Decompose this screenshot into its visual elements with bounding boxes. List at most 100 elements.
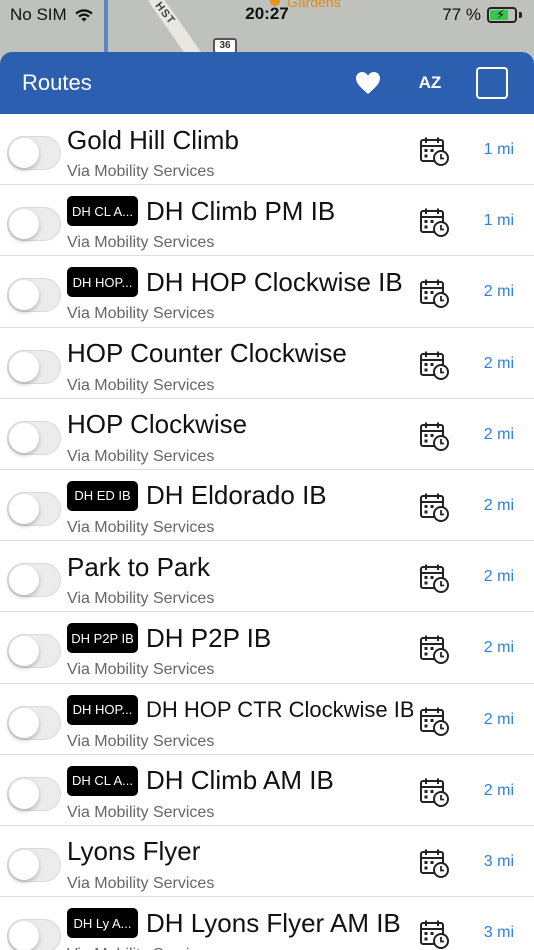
routes-sheet: Routes AZ Gold Hill Climb Via Mobility S… bbox=[0, 52, 534, 950]
route-list: Gold Hill Climb Via Mobility Services 1 … bbox=[0, 114, 534, 950]
route-title-line: HOP Clockwise bbox=[67, 408, 413, 442]
route-toggle[interactable] bbox=[7, 349, 61, 384]
schedule-calendar-icon[interactable] bbox=[419, 278, 449, 309]
route-name: DH HOP CTR Clockwise IB bbox=[146, 696, 413, 722]
route-toggle[interactable] bbox=[7, 776, 61, 811]
route-toggle[interactable] bbox=[7, 491, 61, 526]
schedule-calendar-icon[interactable] bbox=[419, 207, 449, 238]
route-distance: 2 mi bbox=[483, 781, 514, 799]
route-title-line: Lyons Flyer bbox=[67, 835, 413, 869]
route-badge: DH HOP... bbox=[67, 267, 138, 298]
toggle-knob bbox=[9, 778, 39, 809]
route-agency: Via Mobility Services bbox=[67, 874, 215, 892]
route-toggle[interactable] bbox=[7, 847, 61, 882]
route-name: DH HOP Clockwise IB bbox=[146, 266, 403, 297]
route-row[interactable]: Park to Park Via Mobility Services 2 mi bbox=[0, 541, 534, 613]
route-row[interactable]: DH Ly A... DH Lyons Flyer AM IB Via Mobi… bbox=[0, 897, 534, 950]
route-row[interactable]: DH HOP... DH HOP Clockwise IB Via Mobili… bbox=[0, 256, 534, 328]
status-bar: No SIM 20:27 77 % ⚡ bbox=[0, 0, 534, 30]
charging-bolt-icon: ⚡ bbox=[496, 7, 506, 22]
route-toggle[interactable] bbox=[7, 278, 61, 313]
route-row[interactable]: DH ED IB DH Eldorado IB Via Mobility Ser… bbox=[0, 470, 534, 542]
page-title: Routes bbox=[22, 70, 92, 95]
route-distance: 2 mi bbox=[483, 639, 514, 657]
schedule-calendar-icon[interactable] bbox=[419, 492, 449, 522]
route-row[interactable]: Lyons Flyer Via Mobility Services 3 mi bbox=[0, 826, 534, 898]
route-title-line: DH CL A... DH Climb PM IB bbox=[67, 194, 413, 228]
toggle-knob bbox=[9, 707, 39, 738]
route-agency: Via Mobility Services bbox=[67, 163, 215, 180]
schedule-calendar-icon[interactable] bbox=[419, 706, 449, 736]
route-name: DH Climb PM IB bbox=[146, 195, 336, 226]
sort-az-button[interactable]: AZ bbox=[410, 63, 450, 103]
route-agency: Via Mobility Services bbox=[67, 376, 215, 394]
route-name: Park to Park bbox=[67, 551, 211, 582]
route-row[interactable]: HOP Counter Clockwise Via Mobility Servi… bbox=[0, 328, 534, 399]
route-row[interactable]: Gold Hill Climb Via Mobility Services 1 … bbox=[0, 114, 534, 186]
route-toggle[interactable] bbox=[7, 634, 61, 669]
route-badge: DH CL A... bbox=[67, 196, 138, 227]
route-distance: 1 mi bbox=[483, 141, 514, 158]
toggle-knob bbox=[9, 209, 39, 240]
route-toggle[interactable] bbox=[7, 919, 61, 950]
route-toggle[interactable] bbox=[7, 420, 61, 455]
route-agency: Via Mobility Services bbox=[67, 803, 215, 821]
schedule-calendar-icon[interactable] bbox=[419, 563, 449, 594]
route-badge: DH Ly A... bbox=[67, 908, 138, 939]
route-name: DH P2P IB bbox=[146, 622, 272, 653]
route-row[interactable]: DH CL A... DH Climb PM IB Via Mobility S… bbox=[0, 185, 534, 257]
route-title-line: Gold Hill Climb bbox=[67, 123, 413, 157]
route-toggle[interactable] bbox=[7, 705, 61, 740]
route-title-line: DH CL A... DH Climb AM IB bbox=[67, 764, 413, 798]
route-row[interactable]: DH P2P IB DH P2P IB Via Mobility Service… bbox=[0, 612, 534, 684]
schedule-calendar-icon[interactable] bbox=[419, 634, 449, 665]
route-agency: Via Mobility Services bbox=[67, 305, 215, 323]
route-title-line: DH ED IB DH Eldorado IB bbox=[67, 479, 413, 513]
heart-icon bbox=[356, 72, 380, 94]
route-toggle[interactable] bbox=[7, 563, 61, 598]
schedule-calendar-icon[interactable] bbox=[419, 136, 449, 166]
route-agency: Via Mobility Services bbox=[67, 661, 215, 679]
route-name: Gold Hill Climb bbox=[67, 124, 239, 155]
route-title-line: Park to Park bbox=[67, 550, 413, 584]
toggle-knob bbox=[9, 921, 39, 950]
route-row[interactable]: HOP Clockwise Via Mobility Services 2 mi bbox=[0, 399, 534, 470]
sort-label: AZ bbox=[418, 73, 442, 92]
route-distance: 2 mi bbox=[483, 496, 514, 514]
route-distance: 2 mi bbox=[483, 710, 514, 728]
battery: 77 % ⚡ bbox=[442, 5, 522, 25]
toggle-knob bbox=[9, 422, 39, 453]
route-row[interactable]: DH HOP... DH HOP CTR Clockwise IB Via Mo… bbox=[0, 684, 534, 755]
battery-icon: ⚡ bbox=[487, 7, 517, 23]
route-badge: DH P2P IB bbox=[67, 623, 138, 654]
sort-az-icon: AZ bbox=[419, 73, 442, 93]
route-agency: Via Mobility Services bbox=[67, 590, 215, 608]
schedule-calendar-icon[interactable] bbox=[419, 350, 449, 380]
route-name: HOP Clockwise bbox=[67, 409, 248, 440]
toggle-knob bbox=[9, 849, 39, 880]
toggle-knob bbox=[9, 636, 39, 667]
route-name: DH Lyons Flyer AM IB bbox=[146, 907, 401, 938]
select-all-button[interactable] bbox=[472, 63, 512, 103]
route-agency: Via Mobility Services bbox=[67, 946, 214, 950]
schedule-calendar-icon[interactable] bbox=[419, 421, 449, 451]
battery-percent: 77 % bbox=[442, 5, 481, 24]
schedule-calendar-icon[interactable] bbox=[419, 848, 449, 878]
toggle-knob bbox=[9, 280, 39, 311]
checkbox-icon bbox=[476, 67, 508, 99]
schedule-calendar-icon[interactable] bbox=[419, 919, 449, 950]
route-title-line: DH P2P IB DH P2P IB bbox=[67, 621, 413, 655]
route-name: Lyons Flyer bbox=[67, 836, 201, 867]
route-agency: Via Mobility Services bbox=[67, 732, 215, 750]
schedule-calendar-icon[interactable] bbox=[419, 777, 449, 807]
toggle-knob bbox=[9, 138, 39, 168]
toggle-knob bbox=[9, 493, 39, 524]
route-title-line: DH HOP... DH HOP Clockwise IB bbox=[67, 265, 413, 299]
route-name: HOP Counter Clockwise bbox=[67, 338, 347, 369]
route-row[interactable]: DH CL A... DH Climb AM IB Via Mobility S… bbox=[0, 755, 534, 826]
route-toggle[interactable] bbox=[7, 207, 61, 242]
route-toggle[interactable] bbox=[7, 136, 61, 170]
favorites-button[interactable] bbox=[348, 63, 388, 103]
route-title-line: HOP Counter Clockwise bbox=[67, 337, 413, 371]
route-name: DH Climb AM IB bbox=[146, 765, 334, 796]
